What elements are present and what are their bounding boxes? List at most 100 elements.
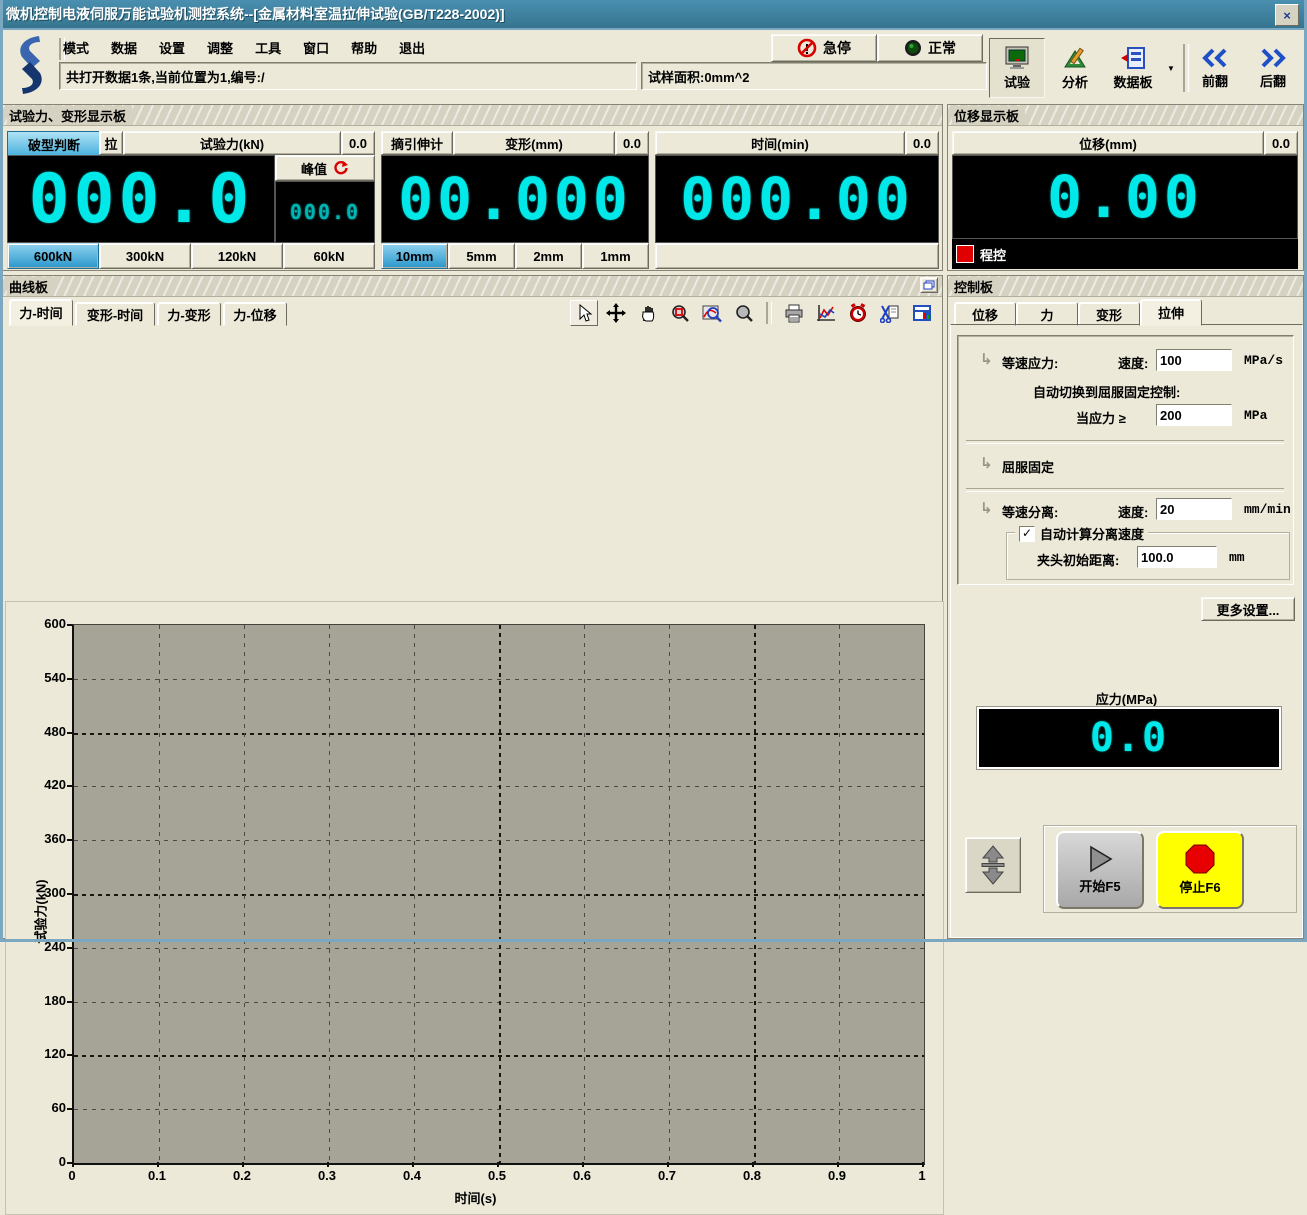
- curve-panel-restore-button[interactable]: [920, 277, 938, 293]
- force-header-button[interactable]: 试验力(kN): [123, 131, 341, 155]
- axis-tick: [412, 1162, 414, 1167]
- pan-hand-tool[interactable]: [634, 300, 662, 326]
- tab-force-time[interactable]: 力-时间: [9, 299, 73, 326]
- zoom-curve-tool[interactable]: [698, 300, 726, 326]
- deform-range-2mm[interactable]: 2mm: [515, 243, 582, 269]
- force-range-300kn[interactable]: 300kN: [99, 243, 191, 269]
- force-panel-header: 试验力、变形显示板: [3, 105, 942, 126]
- ctl-tab-displacement[interactable]: 位移: [954, 302, 1016, 326]
- menu-window[interactable]: 窗口: [301, 36, 331, 59]
- datapad-dropdown-arrow[interactable]: ▼: [1165, 60, 1177, 76]
- axis-tick: 0.9: [817, 1168, 857, 1183]
- axis-tick: 0.3: [307, 1168, 347, 1183]
- grip-distance-unit: mm: [1229, 550, 1245, 565]
- menu-data[interactable]: 数据: [109, 36, 139, 59]
- x-axis-label: 时间(s): [6, 1188, 945, 1207]
- menu-tools[interactable]: 工具: [253, 36, 283, 59]
- toolbar-next-page-button[interactable]: 后翻: [1245, 38, 1301, 98]
- print-tool[interactable]: [780, 300, 808, 326]
- menu-exit[interactable]: 退出: [397, 36, 427, 59]
- ctl-tab-tension[interactable]: 拉伸: [1140, 299, 1202, 326]
- axis-tick: 600: [22, 616, 66, 631]
- plot-area[interactable]: [72, 624, 925, 1165]
- more-settings-button[interactable]: 更多设置...: [1201, 597, 1295, 621]
- displacement-small-value: 0.0: [1264, 131, 1298, 155]
- when-stress-label: 当应力 ≥: [1076, 408, 1126, 427]
- gridline: [414, 625, 415, 1163]
- control-panel-header: 控制板: [948, 276, 1303, 297]
- toolbar-analyze-button[interactable]: 分析: [1047, 38, 1103, 98]
- auto-calc-group: 自动计算分离速度 夹头初始距离: mm: [1006, 532, 1290, 580]
- program-control-row: 程控: [952, 239, 1298, 269]
- tab-force-displacement[interactable]: 力-位移: [223, 302, 287, 326]
- axis-tick: [67, 678, 72, 680]
- peak-button[interactable]: 峰值: [275, 155, 375, 181]
- menu-help[interactable]: 帮助: [349, 36, 379, 59]
- close-button[interactable]: ×: [1275, 4, 1299, 26]
- deform-header-button[interactable]: 变形(mm): [453, 131, 615, 155]
- force-range-120kn[interactable]: 120kN: [191, 243, 283, 269]
- peak-value-display: 000.0: [275, 181, 375, 243]
- stop-button[interactable]: 停止F6: [1156, 831, 1244, 909]
- tab-force-deform[interactable]: 力-变形: [157, 302, 221, 326]
- compare-curves-tool[interactable]: [812, 300, 840, 326]
- toolbar-test-button[interactable]: 试验: [989, 38, 1045, 98]
- gridline: [839, 625, 840, 1163]
- axis-tick: [67, 947, 72, 949]
- separator: [766, 302, 772, 324]
- move-tool[interactable]: [602, 300, 630, 326]
- auto-calc-checkbox[interactable]: [1019, 526, 1035, 542]
- axis-tick: [242, 1162, 244, 1167]
- pull-mode-button[interactable]: 拉: [99, 131, 123, 155]
- menu-adjust[interactable]: 调整: [205, 36, 235, 59]
- gridline: [669, 625, 670, 1163]
- gridline: [754, 625, 756, 1163]
- const-stress-label: 等速应力:: [1002, 353, 1058, 372]
- ctl-tab-force[interactable]: 力: [1016, 302, 1078, 326]
- emergency-stop-button[interactable]: ! 急停: [771, 34, 877, 62]
- menu-mode[interactable]: 模式: [61, 36, 91, 59]
- grip-distance-label: 夹头初始距离:: [1037, 550, 1119, 569]
- tension-settings-box: ↳ 等速应力: 速度: MPa/s 自动切换到屈服固定控制: 当应力 ≥ MPa…: [957, 335, 1294, 585]
- normal-status-button[interactable]: 正常: [877, 34, 983, 62]
- up-down-arrows-icon: [980, 845, 1006, 885]
- chart-area[interactable]: 试验力(kN) 时间(s) 06012018024030036042048054…: [5, 601, 944, 1215]
- select-cursor-tool[interactable]: [570, 300, 598, 326]
- start-button[interactable]: 开始F5: [1056, 831, 1144, 909]
- ctl-tab-deform[interactable]: 变形: [1078, 302, 1140, 326]
- zoom-out-tool[interactable]: [730, 300, 758, 326]
- axis-tick: 0.7: [647, 1168, 687, 1183]
- time-header-button[interactable]: 时间(min): [655, 131, 905, 155]
- timer-tool[interactable]: [844, 300, 872, 326]
- deform-range-1mm[interactable]: 1mm: [582, 243, 649, 269]
- axis-tick: [157, 1162, 159, 1167]
- force-value-display: 000.0: [7, 155, 275, 243]
- stop-octagon-icon: [1183, 844, 1217, 874]
- zoom-box-tool[interactable]: [666, 300, 694, 326]
- const-sep-input[interactable]: [1156, 498, 1232, 520]
- displacement-header-button[interactable]: 位移(mm): [952, 131, 1264, 155]
- deform-range-5mm[interactable]: 5mm: [448, 243, 515, 269]
- force-range-60kn[interactable]: 60kN: [283, 243, 375, 269]
- const-stress-input[interactable]: [1156, 349, 1232, 371]
- menu-settings[interactable]: 设置: [157, 36, 187, 59]
- hook-arrow-icon: ↳: [980, 499, 993, 517]
- axis-tick: [67, 893, 72, 895]
- curve-panel-header: 曲线板: [3, 276, 942, 297]
- toolbar-datapad-button[interactable]: 数据板: [1101, 38, 1165, 98]
- speed-label: 速度:: [1118, 502, 1148, 521]
- grip-distance-input[interactable]: [1137, 546, 1217, 568]
- copy-curve-tool[interactable]: [876, 300, 904, 326]
- extensometer-remove-button[interactable]: 摘引伸计: [381, 131, 453, 155]
- tab-deform-time[interactable]: 变形-时间: [75, 302, 155, 326]
- toolbar-prev-page-button[interactable]: 前翻: [1187, 38, 1243, 98]
- hook-arrow-icon: ↳: [980, 454, 993, 472]
- force-range-600kn[interactable]: 600kN: [7, 243, 99, 269]
- when-stress-input[interactable]: [1156, 404, 1232, 426]
- data-panel-tool[interactable]: [908, 300, 936, 326]
- deform-range-10mm[interactable]: 10mm: [381, 243, 448, 269]
- break-judge-button[interactable]: 破型判断: [7, 131, 101, 157]
- axis-tick: 0.8: [732, 1168, 772, 1183]
- crosshead-jog-button[interactable]: [965, 837, 1021, 893]
- app-logo: [9, 34, 53, 96]
